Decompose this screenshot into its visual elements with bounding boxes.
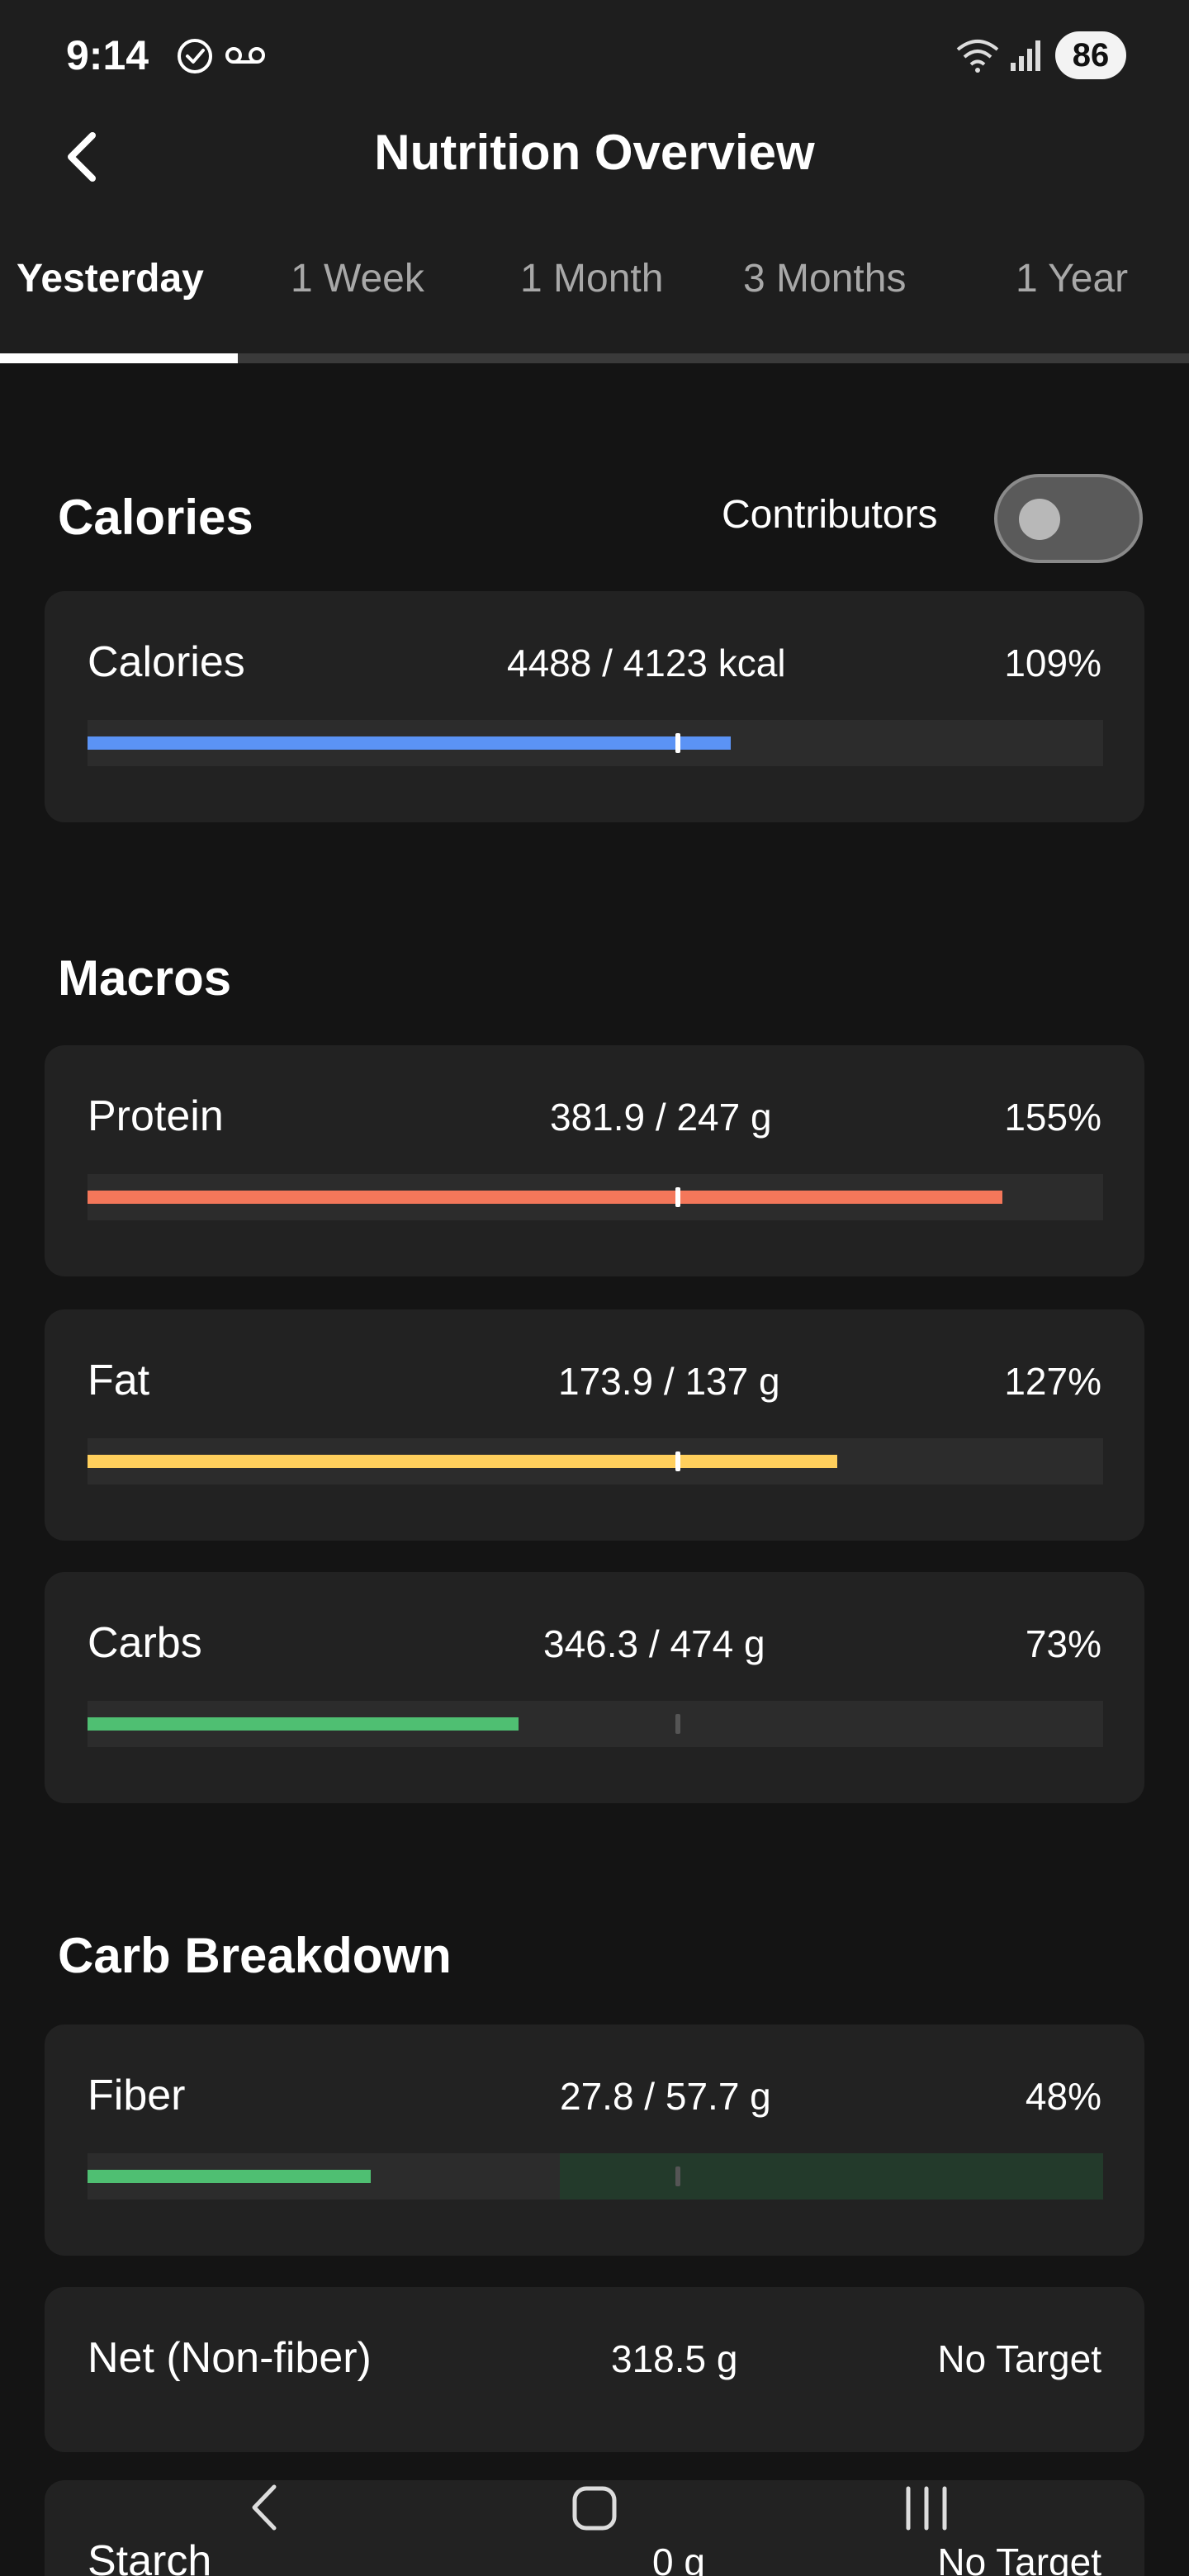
nav-back-icon[interactable] — [246, 2482, 281, 2533]
card-label: Fat — [88, 1357, 150, 1404]
tab-3-months[interactable]: 3 Months — [743, 256, 906, 301]
card-label: Net (Non-fiber) — [88, 2334, 372, 2382]
voicemail-icon — [225, 47, 265, 64]
contributors-label: Contributors — [722, 493, 938, 537]
signal-icon — [1011, 40, 1040, 71]
carb-card-fiber[interactable]: Fiber 27.8 / 57.7 g 48% — [45, 2024, 1144, 2256]
card-percent: 48% — [1025, 2075, 1101, 2118]
card-amount: 318.5 g — [611, 2337, 738, 2380]
card-amount: 173.9 / 137 g — [558, 1360, 780, 1403]
section-title-carb-breakdown: Carb Breakdown — [58, 1928, 452, 1983]
card-label: Calories — [88, 638, 245, 686]
screen: 9:14 86 Nutrition Overview Yesterday 1 W… — [0, 0, 1189, 2576]
progress-fill — [88, 2170, 372, 2183]
card-label: Fiber — [88, 2072, 186, 2119]
progress-bar — [88, 1174, 1103, 1220]
top-bar: 9:14 86 Nutrition Overview Yesterday 1 W… — [0, 0, 1189, 363]
section-title-calories: Calories — [58, 490, 253, 545]
progress-fill — [88, 1717, 519, 1731]
card-label: Protein — [88, 1092, 224, 1140]
nav-home-icon[interactable] — [571, 2485, 618, 2531]
contributors-toggle[interactable] — [994, 474, 1143, 563]
nav-recents-icon[interactable] — [902, 2485, 951, 2531]
tab-1-month[interactable]: 1 Month — [520, 256, 663, 301]
card-amount: 27.8 / 57.7 g — [560, 2075, 771, 2118]
card-amount: 346.3 / 474 g — [543, 1622, 765, 1665]
target-marker — [675, 1187, 680, 1207]
tab-yesterday[interactable]: Yesterday — [17, 256, 204, 301]
card-target: No Target — [937, 2337, 1101, 2380]
carb-card-net[interactable]: Net (Non-fiber) 318.5 g No Target — [45, 2287, 1144, 2452]
target-marker — [675, 1451, 680, 1471]
check-circle-icon — [178, 39, 212, 73]
status-time: 9:14 — [66, 32, 149, 78]
card-percent: 155% — [1004, 1096, 1101, 1139]
progress-fill — [88, 1191, 1003, 1204]
tab-indicator — [0, 353, 238, 363]
macro-card-protein[interactable]: Protein 381.9 / 247 g 155% — [45, 1045, 1144, 1276]
tab-1-year[interactable]: 1 Year — [1016, 256, 1128, 301]
target-marker — [675, 733, 680, 753]
card-amount: 4488 / 4123 kcal — [507, 642, 786, 684]
card-percent: 109% — [1004, 642, 1101, 684]
battery-indicator: 86 — [1055, 31, 1126, 79]
progress-fill — [88, 1455, 838, 1468]
section-title-macros: Macros — [58, 950, 232, 1006]
card-amount: 0 g — [652, 2540, 705, 2576]
wifi-icon — [956, 40, 999, 73]
target-marker — [675, 2166, 680, 2186]
card-target: No Target — [937, 2540, 1101, 2576]
progress-bar — [88, 720, 1103, 766]
calories-card[interactable]: Calories 4488 / 4123 kcal 109% — [45, 591, 1144, 822]
page-title: Nutrition Overview — [374, 125, 815, 180]
target-zone — [560, 2153, 1103, 2200]
card-amount: 381.9 / 247 g — [550, 1096, 772, 1139]
card-label: Carbs — [88, 1619, 202, 1667]
progress-bar — [88, 2153, 1103, 2200]
period-tabs: Yesterday 1 Week 1 Month 3 Months 1 Year — [0, 256, 1189, 314]
card-percent: 73% — [1025, 1622, 1101, 1665]
tab-1-week[interactable]: 1 Week — [291, 256, 424, 301]
progress-fill — [88, 736, 732, 750]
macro-card-fat[interactable]: Fat 173.9 / 137 g 127% — [45, 1309, 1144, 1541]
progress-bar — [88, 1701, 1103, 1747]
macro-card-carbs[interactable]: Carbs 346.3 / 474 g 73% — [45, 1572, 1144, 1803]
card-percent: 127% — [1004, 1360, 1101, 1403]
target-marker — [675, 1714, 680, 1734]
card-label: Starch — [88, 2537, 212, 2576]
toggle-knob — [1019, 499, 1060, 540]
progress-bar — [88, 1438, 1103, 1485]
